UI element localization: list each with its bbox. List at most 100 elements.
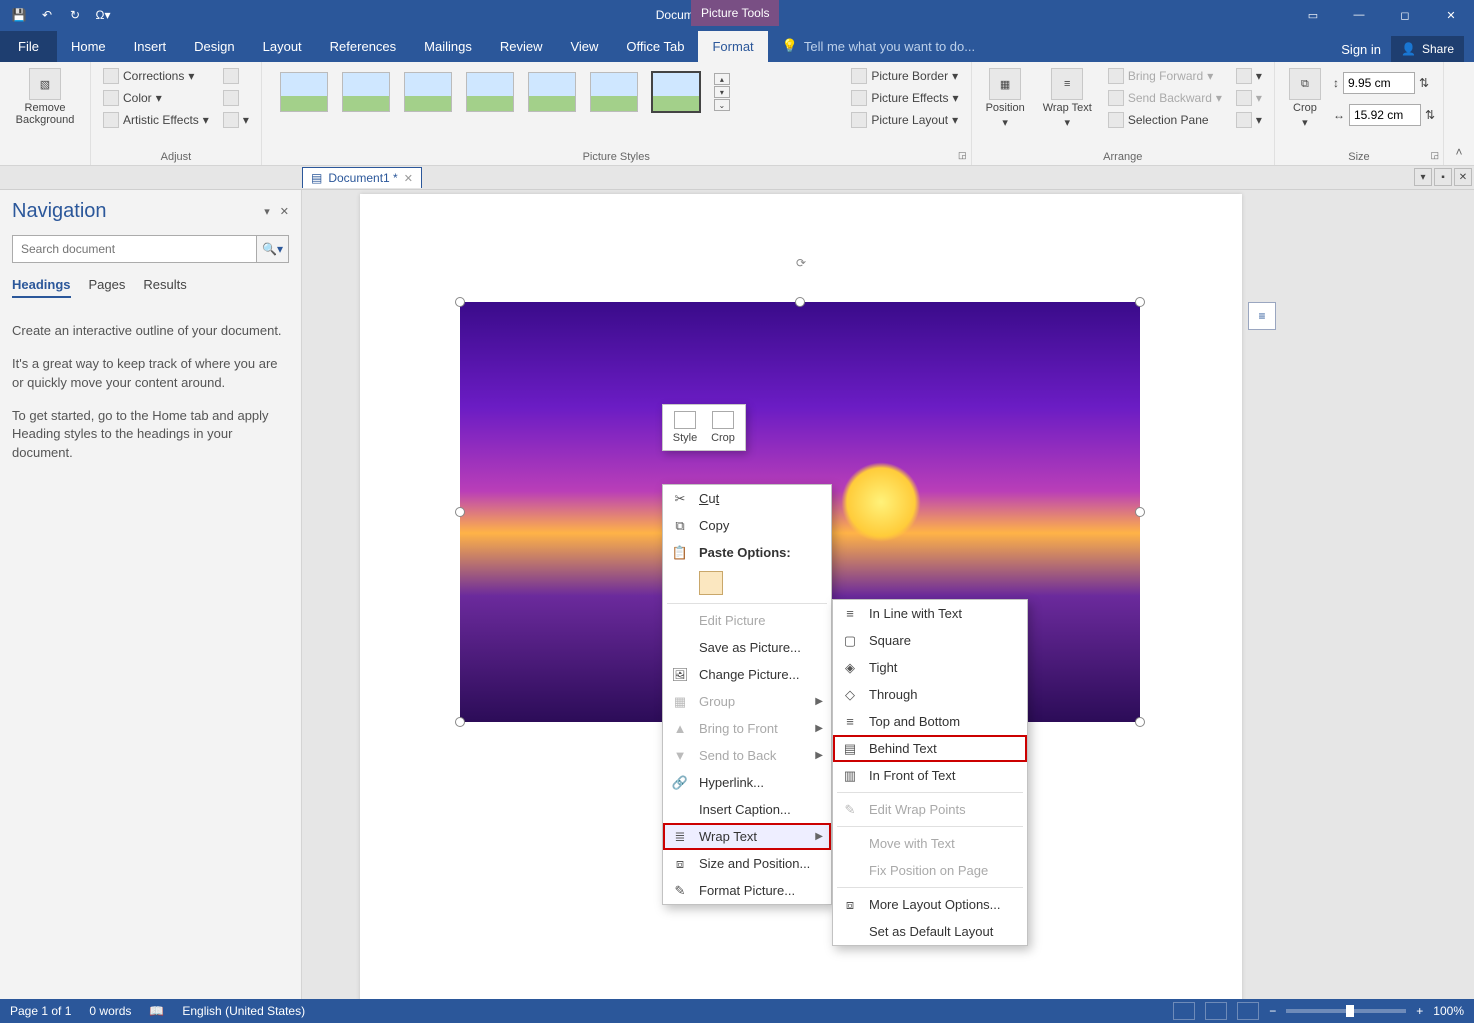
align-button[interactable]: ▾: [1232, 66, 1266, 86]
page-count[interactable]: Page 1 of 1: [10, 1004, 71, 1018]
ctx-format-picture[interactable]: ✎Format Picture...: [663, 877, 831, 904]
ctx-hyperlink[interactable]: 🔗Hyperlink...: [663, 769, 831, 796]
tab-office-tab[interactable]: Office Tab: [612, 31, 698, 62]
word-count[interactable]: 0 words: [89, 1004, 131, 1018]
resize-handle-n[interactable]: [795, 297, 805, 307]
zoom-slider[interactable]: [1286, 1009, 1406, 1013]
corrections-button[interactable]: Corrections ▾: [99, 66, 213, 86]
web-layout-icon[interactable]: [1237, 1002, 1259, 1020]
width-field[interactable]: [1349, 104, 1421, 126]
ctx-insert-caption[interactable]: Insert Caption...: [663, 796, 831, 823]
tab-references[interactable]: References: [316, 31, 410, 62]
style-thumb-1[interactable]: [280, 72, 328, 112]
picture-style-gallery[interactable]: ▴ ▾ ⌄: [270, 66, 740, 118]
tab-list-icon[interactable]: ▾: [1414, 168, 1432, 186]
share-button[interactable]: 👤Share: [1391, 36, 1464, 62]
ctx-paste-option-1[interactable]: [663, 566, 831, 600]
rotate-button[interactable]: ▾: [1232, 110, 1266, 130]
group-objects-button[interactable]: ▾: [1232, 88, 1266, 108]
ctx-size-and-position[interactable]: ⧈Size and Position...: [663, 850, 831, 877]
zoom-out-icon[interactable]: −: [1269, 1004, 1276, 1018]
document-area[interactable]: ⟳ ≡ Style Crop ✂Cut ⧉Copy 📋Paste Options…: [302, 190, 1474, 999]
tab-file[interactable]: File: [0, 31, 57, 62]
zoom-level[interactable]: 100%: [1433, 1004, 1464, 1018]
picture-effects-button[interactable]: Picture Effects ▾: [847, 88, 962, 108]
collapse-ribbon-icon[interactable]: ˄: [1455, 145, 1462, 159]
undo-icon[interactable]: ↶: [36, 4, 58, 26]
tab-design[interactable]: Design: [180, 31, 248, 62]
style-thumb-6[interactable]: [590, 72, 638, 112]
wrap-tight[interactable]: ◈Tight: [833, 654, 1027, 681]
wrap-square[interactable]: ▢Square: [833, 627, 1027, 654]
wrap-text-button[interactable]: ≡Wrap Text▾: [1037, 66, 1098, 131]
style-thumb-3[interactable]: [404, 72, 452, 112]
resize-handle-nw[interactable]: [455, 297, 465, 307]
nav-dropdown-icon[interactable]: ▾: [264, 205, 270, 218]
save-icon[interactable]: 💾: [8, 4, 30, 26]
style-thumb-7[interactable]: [652, 72, 700, 112]
ctx-save-as-picture[interactable]: Save as Picture...: [663, 634, 831, 661]
resize-handle-ne[interactable]: [1135, 297, 1145, 307]
sign-in-link[interactable]: Sign in: [1341, 42, 1381, 57]
ctx-change-picture[interactable]: 🖼Change Picture...: [663, 661, 831, 688]
resize-handle-w[interactable]: [455, 507, 465, 517]
read-mode-icon[interactable]: [1173, 1002, 1195, 1020]
spinner-icon[interactable]: ⇅: [1419, 76, 1429, 90]
height-field[interactable]: [1343, 72, 1415, 94]
style-thumb-2[interactable]: [342, 72, 390, 112]
wrap-inline[interactable]: ≡In Line with Text: [833, 600, 1027, 627]
wrap-set-default[interactable]: Set as Default Layout: [833, 918, 1027, 945]
search-button[interactable]: 🔍 ▾: [257, 235, 289, 263]
language[interactable]: English (United States): [182, 1004, 305, 1018]
gallery-scroll-up-icon[interactable]: ▴: [714, 73, 730, 85]
remove-background-button[interactable]: ▧ Remove Background: [8, 66, 82, 128]
crop-button[interactable]: ⧉Crop▾: [1283, 66, 1327, 131]
reset-picture-button[interactable]: ▾: [219, 110, 253, 130]
floatie-style[interactable]: Style: [669, 411, 701, 444]
resize-handle-e[interactable]: [1135, 507, 1145, 517]
tab-home[interactable]: Home: [57, 31, 120, 62]
gallery-more-icon[interactable]: ⌄: [714, 99, 730, 111]
subtab-headings[interactable]: Headings: [12, 277, 71, 298]
minimize-icon[interactable]: —: [1336, 0, 1382, 30]
tab-layout[interactable]: Layout: [249, 31, 316, 62]
redo-icon[interactable]: ↻: [64, 4, 86, 26]
wrap-more-options[interactable]: ⧈More Layout Options...: [833, 891, 1027, 918]
subtab-results[interactable]: Results: [143, 277, 186, 298]
ctx-cut[interactable]: ✂Cut: [663, 485, 831, 512]
tab-options-icon[interactable]: ▪: [1434, 168, 1452, 186]
height-input[interactable]: ↕⇅: [1333, 72, 1435, 94]
wrap-in-front[interactable]: ▥In Front of Text: [833, 762, 1027, 789]
rotate-handle-icon[interactable]: ⟳: [796, 256, 806, 270]
width-input[interactable]: ↔⇅: [1333, 104, 1435, 126]
floatie-crop[interactable]: Crop: [707, 411, 739, 444]
wrap-through[interactable]: ◇Through: [833, 681, 1027, 708]
tab-mailings[interactable]: Mailings: [410, 31, 486, 62]
tell-me-search[interactable]: 💡Tell me what you want to do...: [768, 30, 1342, 62]
zoom-in-icon[interactable]: +: [1416, 1004, 1423, 1018]
ctx-wrap-text[interactable]: ≣Wrap Text▶: [663, 823, 831, 850]
resize-handle-se[interactable]: [1135, 717, 1145, 727]
tab-close-icon[interactable]: ✕: [1454, 168, 1472, 186]
picture-layout-button[interactable]: Picture Layout ▾: [847, 110, 962, 130]
search-input[interactable]: [12, 235, 257, 263]
tab-insert[interactable]: Insert: [120, 31, 181, 62]
style-thumb-4[interactable]: [466, 72, 514, 112]
ribbon-display-icon[interactable]: ▭: [1290, 0, 1336, 30]
wrap-behind-text[interactable]: ▤Behind Text: [833, 735, 1027, 762]
resize-handle-sw[interactable]: [455, 717, 465, 727]
picture-border-button[interactable]: Picture Border ▾: [847, 66, 962, 86]
styles-dialog-launcher-icon[interactable]: ◲: [958, 150, 967, 161]
selection-pane-button[interactable]: Selection Pane: [1104, 110, 1226, 130]
send-backward-button[interactable]: Send Backward ▾: [1104, 88, 1226, 108]
spellcheck-icon[interactable]: 📖: [149, 1004, 164, 1018]
print-layout-icon[interactable]: [1205, 1002, 1227, 1020]
color-button[interactable]: Color ▾: [99, 88, 213, 108]
tab-format[interactable]: Format: [698, 31, 767, 62]
nav-close-icon[interactable]: ✕: [280, 205, 289, 218]
bring-forward-button[interactable]: Bring Forward ▾: [1104, 66, 1226, 86]
close-icon[interactable]: ✕: [1428, 0, 1474, 30]
customize-icon[interactable]: Ω▾: [92, 4, 114, 26]
subtab-pages[interactable]: Pages: [89, 277, 126, 298]
maximize-icon[interactable]: ◻: [1382, 0, 1428, 30]
